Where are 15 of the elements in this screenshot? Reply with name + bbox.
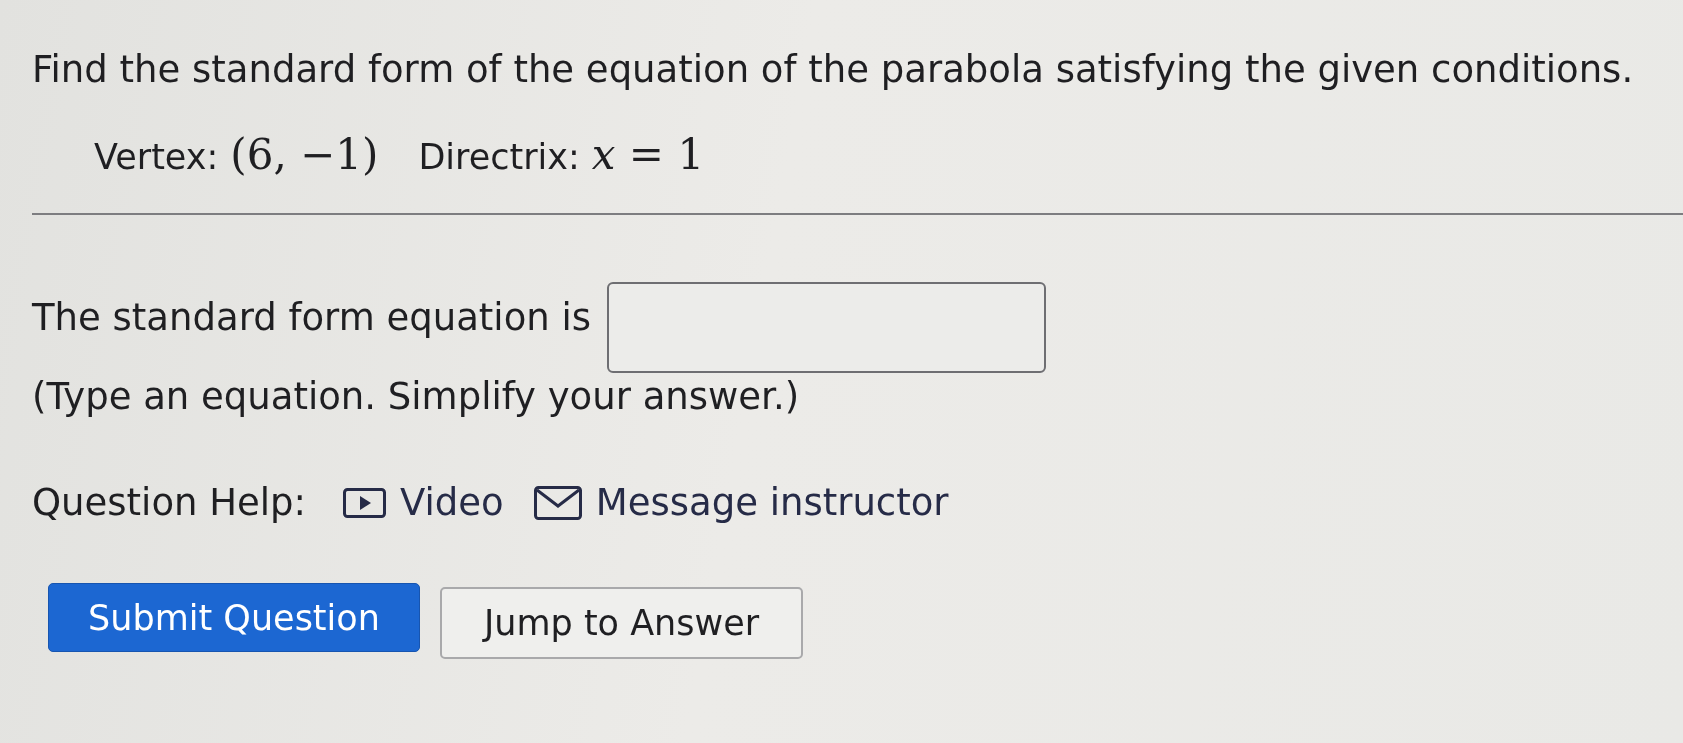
jump-button[interactable]: Jump to Answer [440,587,803,659]
hint-text: (Type an equation. Simplify your answer.) [32,375,800,419]
help-label: Question Help: [32,481,307,525]
answer-field[interactable] [607,282,1047,373]
mail-icon [533,486,582,520]
condition-label: Vertex: [94,136,219,179]
message-link[interactable]: Message instructor [533,481,949,525]
video-link[interactable]: Video [343,481,504,525]
question-prompt: Find the standard form of the equation of the parabola satisfying the given conditions. [32,48,1634,92]
answer-label: The standard form equation is [32,296,592,340]
math-expression: x = 1 [591,132,705,178]
play-icon [343,488,387,518]
math-expression: (6, −1) [230,132,379,178]
condition-label: Directrix: [418,136,580,179]
submit-button[interactable]: Submit Question [48,583,420,652]
